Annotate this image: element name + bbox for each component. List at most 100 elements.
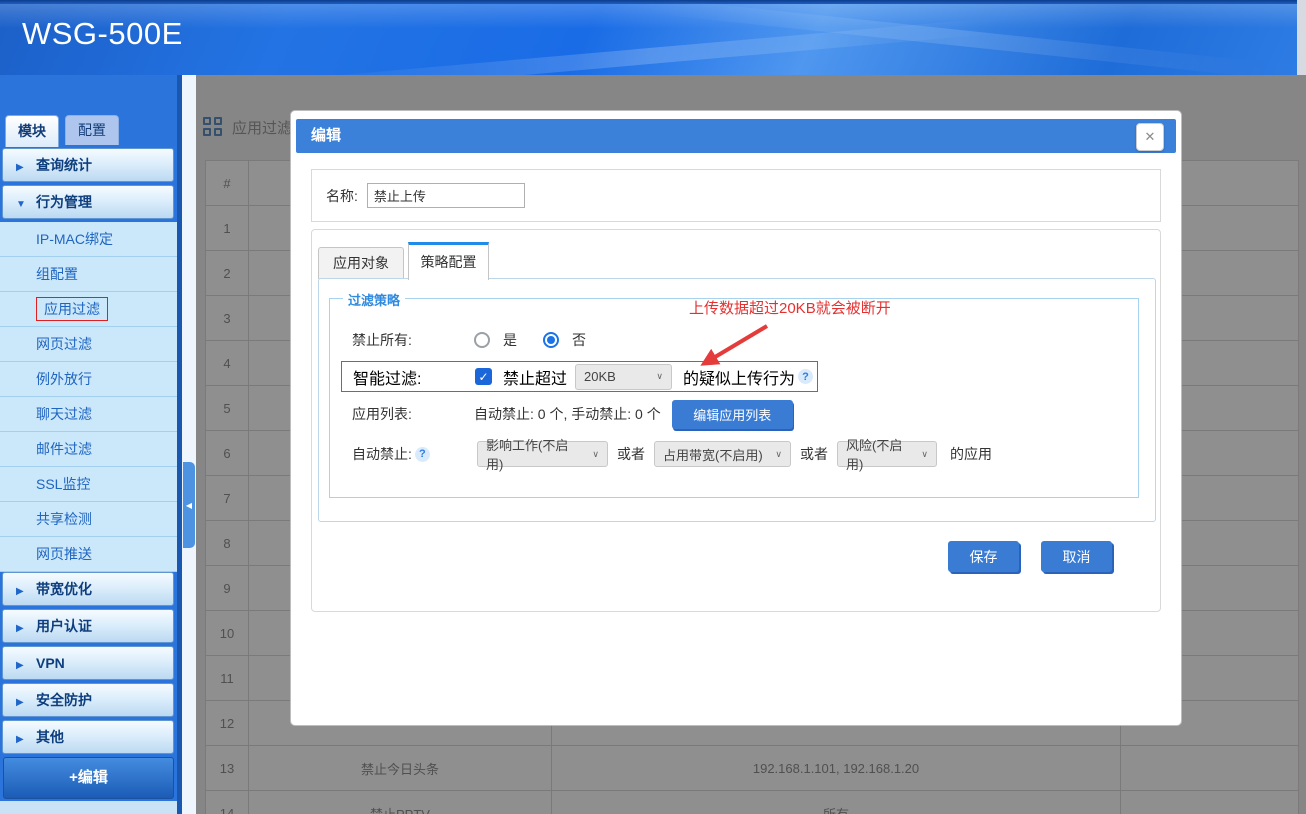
dialog-title: 编辑 — [296, 119, 1176, 153]
or-text-1: 或者 — [617, 444, 645, 464]
expand-arrow-icon: ▶ — [16, 687, 36, 719]
name-label: 名称: — [326, 186, 358, 206]
sidebar-group-安全防护[interactable]: ▶安全防护 — [2, 683, 174, 717]
sidebar-item-邮件过滤[interactable]: 邮件过滤 — [0, 432, 177, 467]
sidebar-item-label: IP-MAC绑定 — [36, 231, 113, 247]
app-list-row: 应用列表: 自动禁止: 0 个, 手动禁止: 0 个 编辑应用列表 — [330, 398, 1138, 430]
dialog-close-button[interactable]: ✕ — [1136, 123, 1164, 151]
expand-arrow-icon: ▶ — [16, 613, 36, 645]
auto-forbid-label-wrap: 自动禁止: ? — [330, 444, 477, 464]
sidebar-group-VPN[interactable]: ▶VPN — [2, 646, 174, 680]
sidebar-item-label: 例外放行 — [36, 371, 92, 387]
sidebar-item-label: 网页过滤 — [36, 336, 92, 352]
sidebar-item-label: 组配置 — [36, 266, 78, 282]
annotation-arrow-icon — [689, 316, 779, 376]
tab-policy-config[interactable]: 策略配置 — [408, 242, 489, 280]
sidebar-group-带宽优化[interactable]: ▶带宽优化 — [2, 572, 174, 606]
auto-forbid-suffix: 的应用 — [950, 444, 992, 464]
sidebar-item-SSL监控[interactable]: SSL监控 — [0, 467, 177, 502]
sidebar-item-label: SSL监控 — [36, 476, 90, 492]
expand-arrow-icon: ▶ — [16, 650, 36, 682]
sidebar-tab-config[interactable]: 配置 — [65, 115, 119, 145]
sidebar-group-用户认证[interactable]: ▶用户认证 — [2, 609, 174, 643]
smart-filter-prefix: 禁止超过 — [503, 365, 567, 389]
sidebar-group-label: 带宽优化 — [36, 581, 92, 597]
smart-filter-label: 智能过滤: — [342, 365, 475, 389]
expand-arrow-icon: ▼ — [16, 189, 36, 221]
sidebar-item-IP-MAC绑定[interactable]: IP-MAC绑定 — [0, 222, 177, 257]
forbid-all-no-label[interactable]: 否 — [572, 330, 586, 350]
name-section: 名称: — [311, 169, 1161, 222]
app-header: WSG-500E — [0, 0, 1306, 75]
sidebar-group-label: 用户认证 — [36, 618, 92, 634]
edit-app-list-button[interactable]: 编辑应用列表 — [672, 400, 793, 429]
smart-filter-help-icon[interactable]: ? — [798, 369, 813, 384]
bandwidth-select[interactable]: 占用带宽(不启用) ∨ — [654, 441, 791, 467]
sidebar-gutter: ◀ — [182, 75, 196, 814]
sidebar-tab-modules[interactable]: 模块 — [5, 115, 59, 147]
app-list-summary: 自动禁止: 0 个, 手动禁止: 0 个 — [474, 404, 661, 424]
check-icon: ✓ — [478, 370, 488, 384]
cancel-button[interactable]: 取消 — [1041, 541, 1112, 572]
header-decoration — [650, 0, 1270, 75]
sidebar-menu: ▶查询统计▼行为管理IP-MAC绑定组配置应用过滤网页过滤例外放行聊天过滤邮件过… — [0, 148, 177, 814]
expand-arrow-icon: ▶ — [16, 724, 36, 756]
sidebar-group-label: 查询统计 — [36, 157, 92, 173]
chevron-down-icon: ∨ — [592, 449, 599, 460]
sidebar-item-聊天过滤[interactable]: 聊天过滤 — [0, 397, 177, 432]
sidebar-group-查询统计[interactable]: ▶查询统计 — [2, 148, 174, 182]
or-text-2: 或者 — [800, 444, 828, 464]
chevron-down-icon: ∨ — [775, 449, 782, 460]
risk-select[interactable]: 风险(不启用) ∨ — [837, 441, 937, 467]
auto-forbid-row: 自动禁止: ? 影响工作(不启用) ∨ 或者 占用带宽(不启用) ∨ 或者 — [330, 438, 1138, 470]
name-input[interactable] — [367, 183, 525, 208]
threshold-select[interactable]: 20KB ∨ — [575, 364, 672, 390]
expand-arrow-icon: ▶ — [16, 576, 36, 608]
sidebar-tabs: 模块 配置 — [5, 115, 119, 147]
scrollbar-strip — [1297, 0, 1306, 75]
edit-dialog: 编辑 ✕ 名称: 应用对象 策略配置 过滤策略 禁止所有: 是 — [290, 110, 1182, 726]
sidebar-group-label: 安全防护 — [36, 692, 92, 708]
impact-work-select[interactable]: 影响工作(不启用) ∨ — [477, 441, 608, 467]
fieldset-legend: 过滤策略 — [343, 290, 405, 309]
annotation-text: 上传数据超过20KB就会被断开 — [689, 297, 891, 318]
smart-filter-checkbox[interactable]: ✓ — [475, 368, 492, 385]
app-list-label: 应用列表: — [330, 404, 474, 424]
close-icon: ✕ — [1145, 129, 1156, 145]
forbid-all-yes-label[interactable]: 是 — [503, 330, 517, 350]
save-button[interactable]: 保存 — [948, 541, 1019, 572]
chevron-down-icon: ∨ — [921, 449, 928, 460]
sidebar: 模块 配置 ▶查询统计▼行为管理IP-MAC绑定组配置应用过滤网页过滤例外放行聊… — [0, 75, 182, 814]
sidebar-item-label: 应用过滤 — [36, 297, 108, 321]
sidebar-group-label: VPN — [36, 655, 65, 671]
sidebar-item-应用过滤[interactable]: 应用过滤 — [0, 292, 177, 327]
expand-arrow-icon: ▶ — [16, 152, 36, 184]
chevron-down-icon: ∨ — [656, 371, 663, 382]
app-title: WSG-500E — [22, 16, 183, 52]
sidebar-group-行为管理[interactable]: ▼行为管理 — [2, 185, 174, 219]
sidebar-collapse-handle[interactable]: ◀ — [183, 462, 195, 548]
sidebar-bottom-fill — [0, 801, 177, 814]
sidebar-item-label: 网页推送 — [36, 546, 92, 562]
forbid-all-label: 禁止所有: — [330, 330, 474, 350]
forbid-all-yes-radio[interactable] — [474, 332, 490, 348]
sidebar-edit-button[interactable]: +编辑 — [3, 757, 174, 799]
sidebar-item-label: 邮件过滤 — [36, 441, 92, 457]
auto-forbid-help-icon[interactable]: ? — [415, 447, 430, 462]
sidebar-item-网页推送[interactable]: 网页推送 — [0, 537, 177, 572]
sidebar-item-组配置[interactable]: 组配置 — [0, 257, 177, 292]
sidebar-group-label: 其他 — [36, 729, 64, 745]
sidebar-item-例外放行[interactable]: 例外放行 — [0, 362, 177, 397]
wsg-admin-screen: WSG-500E 模块 配置 ▶查询统计▼行为管理IP-MAC绑定组配置应用过滤… — [0, 0, 1306, 814]
collapse-arrow-icon: ◀ — [186, 501, 192, 510]
dialog-body: 应用对象 策略配置 过滤策略 禁止所有: 是 否 智能过滤: — [311, 229, 1161, 612]
sidebar-group-label: 行为管理 — [36, 194, 92, 210]
sidebar-group-其他[interactable]: ▶其他 — [2, 720, 174, 754]
auto-forbid-label: 自动禁止: — [352, 444, 412, 464]
sidebar-item-网页过滤[interactable]: 网页过滤 — [0, 327, 177, 362]
forbid-all-no-radio[interactable] — [543, 332, 559, 348]
tab-application-object[interactable]: 应用对象 — [318, 247, 404, 279]
sidebar-item-label: 聊天过滤 — [36, 406, 92, 422]
sidebar-item-label: 共享检测 — [36, 511, 92, 527]
sidebar-item-共享检测[interactable]: 共享检测 — [0, 502, 177, 537]
